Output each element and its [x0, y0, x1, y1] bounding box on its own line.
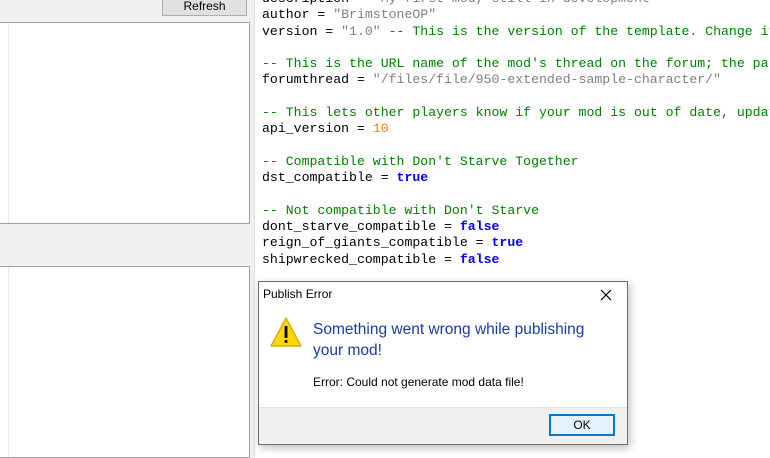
code-line[interactable]: [262, 89, 770, 105]
code-line[interactable]: -- This is the URL name of the mod's thr…: [262, 56, 770, 72]
code-token: false: [459, 251, 500, 267]
ok-button[interactable]: OK: [549, 414, 615, 436]
mod-details-panel[interactable]: [0, 266, 250, 458]
code-line[interactable]: [262, 138, 770, 154]
mod-list[interactable]: [0, 22, 250, 224]
code-line[interactable]: -- Compatible with Don't Starve Together: [262, 154, 770, 170]
list-gutter: [0, 23, 9, 223]
code-token: "1.0": [341, 23, 381, 39]
code-line[interactable]: api_version = 10: [262, 121, 770, 137]
code-token: -- This lets other players know if your …: [262, 105, 770, 121]
code-line[interactable]: forumthread = "/files/file/950-extended-…: [262, 72, 770, 88]
close-button[interactable]: [589, 282, 623, 307]
code-token: "/files/file/950-extended-sample-charact…: [372, 72, 722, 88]
code-token: "My first mod, still in development": [373, 0, 658, 6]
code-line[interactable]: author = "BrimstoneOP": [262, 7, 770, 23]
error-message: Error: Could not generate mod data file!: [313, 375, 524, 389]
code-token: reign_of_giants_compatible =: [262, 235, 492, 251]
dialog-button-area: OK: [259, 407, 627, 444]
code-token: version =: [262, 23, 342, 39]
code-token: -- This is the URL name of the mod's thr…: [262, 56, 770, 72]
code-line[interactable]: dst_compatible = true: [262, 170, 770, 186]
code-text[interactable]: description = "My first mod, still in de…: [262, 0, 770, 268]
dialog-title: Publish Error: [263, 287, 333, 301]
code-line[interactable]: reign_of_giants_compatible = true: [262, 235, 770, 251]
close-icon: [600, 289, 612, 300]
refresh-button[interactable]: Refresh: [162, 0, 247, 16]
code-token: -- Compatible with Don't Starve Together: [262, 153, 579, 169]
code-line[interactable]: description = "My first mod, still in de…: [262, 0, 770, 7]
code-token: -- This is the version of the template. …: [388, 23, 770, 39]
code-line[interactable]: version = "1.0" -- This is the version o…: [262, 24, 770, 40]
code-token: shipwrecked_compatible =: [262, 251, 460, 267]
code-token: dont_starve_compatible =: [262, 219, 460, 235]
dialog-title-bar[interactable]: Publish Error: [259, 282, 627, 307]
code-token: forumthread =: [262, 72, 373, 88]
code-token: dst_compatible =: [262, 170, 397, 186]
code-line[interactable]: shipwrecked_compatible = false: [262, 252, 770, 268]
code-token: 10: [372, 121, 389, 137]
details-gutter: [0, 267, 9, 457]
toolbar: Refresh: [0, 0, 255, 20]
code-token: true: [491, 235, 524, 251]
code-line[interactable]: -- Not compatible with Don't Starve: [262, 203, 770, 219]
code-token: author =: [262, 7, 334, 23]
warning-icon: [270, 317, 302, 347]
code-line[interactable]: -- This lets other players know if your …: [262, 105, 770, 121]
left-panel: Refresh: [0, 0, 255, 458]
code-line[interactable]: dont_starve_compatible = false: [262, 219, 770, 235]
code-token: api_version =: [262, 121, 373, 137]
code-token: -- Not compatible with Don't Starve: [262, 202, 539, 218]
main-instruction: Something went wrong while publishing yo…: [313, 321, 585, 359]
code-token: false: [459, 219, 500, 235]
publish-error-dialog: Publish Error Something went wrong while…: [258, 281, 628, 445]
code-line[interactable]: [262, 187, 770, 203]
code-token: true: [396, 170, 429, 186]
code-token: "BrimstoneOP": [333, 7, 437, 23]
code-token: description =: [262, 0, 373, 6]
code-line[interactable]: [262, 40, 770, 56]
